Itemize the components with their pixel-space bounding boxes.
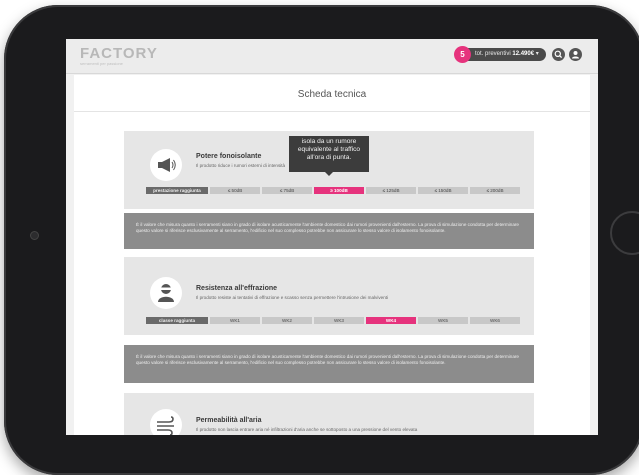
cart-label: tot. preventivi: [475, 51, 511, 57]
chevron-down-icon: ▾: [535, 51, 539, 57]
scale-level-selected[interactable]: WK4: [366, 317, 416, 324]
spec-subtitle: Il prodotto resiste ai tentativi di effr…: [196, 295, 389, 300]
scale-level[interactable]: ≤ 200dB: [470, 187, 520, 194]
page-title: Scheda tecnica: [297, 89, 367, 100]
scale-level-selected[interactable]: ≥ 100dB: [314, 187, 364, 194]
scale-level[interactable]: ≤ 75dB: [262, 187, 312, 194]
search-button[interactable]: [552, 48, 565, 61]
cart-count-badge: 5: [454, 46, 471, 63]
spec-card-sound-insulation: Potere fonoisolante Il prodotto riduce i…: [124, 131, 534, 249]
scale-level[interactable]: WK5: [418, 317, 468, 324]
cart-total: 12.490€: [512, 51, 535, 57]
page-title-bar: Scheda tecnica: [74, 75, 590, 112]
top-bar: FACTORY serramenti per passione 5 tot. p…: [66, 39, 598, 74]
scale-level[interactable]: WK2: [262, 317, 312, 324]
spec-card-main: Potere fonoisolante Il prodotto riduce i…: [124, 131, 534, 209]
cart-summary: tot. preventivi 12.490€ ▾: [475, 50, 539, 57]
logo-tagline: serramenti per passione: [80, 61, 123, 66]
quotes-cart-button[interactable]: 5 tot. preventivi 12.490€ ▾: [454, 46, 546, 63]
spec-title: Resistenza all'effrazione: [196, 285, 278, 292]
burglar-icon: [158, 284, 174, 302]
scale-label: prestazione raggiunta: [146, 187, 208, 194]
spec-icon-badge: [150, 409, 182, 435]
spec-description-text: È il valore che misura quanto i serramen…: [136, 222, 519, 234]
spec-description: È il valore che misura quanto i serramen…: [124, 213, 534, 249]
search-icon: [554, 50, 563, 59]
spec-description: È il valore che misura quanto i serramen…: [124, 345, 534, 383]
scale-label: classe raggiunta: [146, 317, 208, 324]
spec-icon-badge: [150, 277, 182, 309]
wind-icon: [157, 416, 174, 435]
spec-description-text: È il valore che misura quanto i serramen…: [136, 354, 519, 366]
level-tooltip: isola da un rumore equivalente al traffi…: [289, 136, 369, 176]
performance-scale: prestazione raggiunta ≤ 50dB ≤ 75dB ≥ 10…: [146, 187, 520, 194]
spec-card-main: Resistenza all'effrazione Il prodotto re…: [124, 257, 534, 335]
spec-title: Permeabilità all'aria: [196, 417, 262, 424]
user-icon: [572, 51, 579, 59]
scale-level[interactable]: ≤ 50dB: [210, 187, 260, 194]
spec-card-main: Permeabilità all'aria Il prodotto non la…: [124, 393, 534, 435]
screen: FACTORY serramenti per passione 5 tot. p…: [66, 39, 598, 435]
tooltip-text: isola da un rumore equivalente al traffi…: [297, 138, 361, 161]
page: Scheda tecnica Potere fonoisolante Il pr…: [74, 75, 590, 435]
scale-level[interactable]: WK3: [314, 317, 364, 324]
spec-card-air-permeability: Permeabilità all'aria Il prodotto non la…: [124, 393, 534, 435]
spec-subtitle: Il prodotto non lascia entrare aria né i…: [196, 427, 418, 432]
spec-subtitle: Il prodotto riduce i rumori esterni di i…: [196, 163, 286, 168]
megaphone-icon: [158, 158, 176, 172]
tooltip-arrow: [325, 172, 333, 176]
spec-icon-badge: [150, 149, 182, 181]
scale-level[interactable]: ≤ 150dB: [418, 187, 468, 194]
spec-title: Potere fonoisolante: [196, 153, 262, 160]
scale-level[interactable]: ≤ 125dB: [366, 187, 416, 194]
user-button[interactable]: [569, 48, 582, 61]
tablet-frame: FACTORY serramenti per passione 5 tot. p…: [4, 5, 639, 475]
scale-level[interactable]: WK1: [210, 317, 260, 324]
home-button[interactable]: [610, 211, 639, 255]
tech-specs-content: Potere fonoisolante Il prodotto riduce i…: [124, 131, 534, 435]
logo[interactable]: FACTORY: [80, 45, 158, 62]
performance-scale: classe raggiunta WK1 WK2 WK3 WK4 WK5 WK6: [146, 317, 520, 324]
scale-level[interactable]: WK6: [470, 317, 520, 324]
camera-dot: [30, 231, 39, 240]
spec-card-burglar-resistance: Resistenza all'effrazione Il prodotto re…: [124, 257, 534, 383]
